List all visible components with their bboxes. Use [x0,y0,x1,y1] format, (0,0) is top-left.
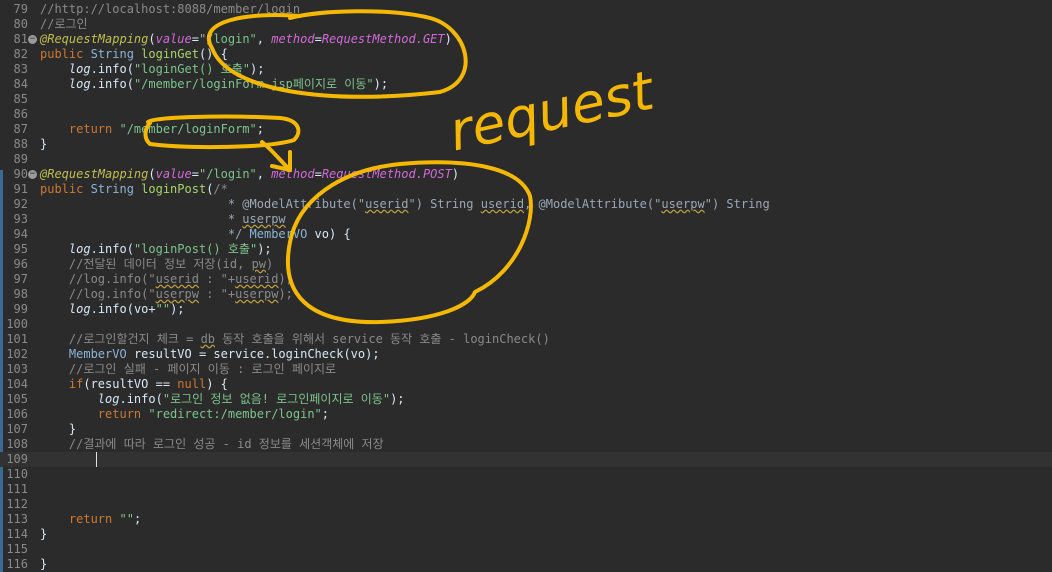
ink-box-return-value [143,114,301,150]
handwritten-annotation-layer: request [143,9,661,325]
ink-circle-loginget [207,9,468,99]
ink-circle-loginpost [285,160,533,325]
handwritten-request-label: request [444,58,661,163]
code-editor[interactable]: 79//http://localhost:8088/member/login 80… [0,0,1052,572]
